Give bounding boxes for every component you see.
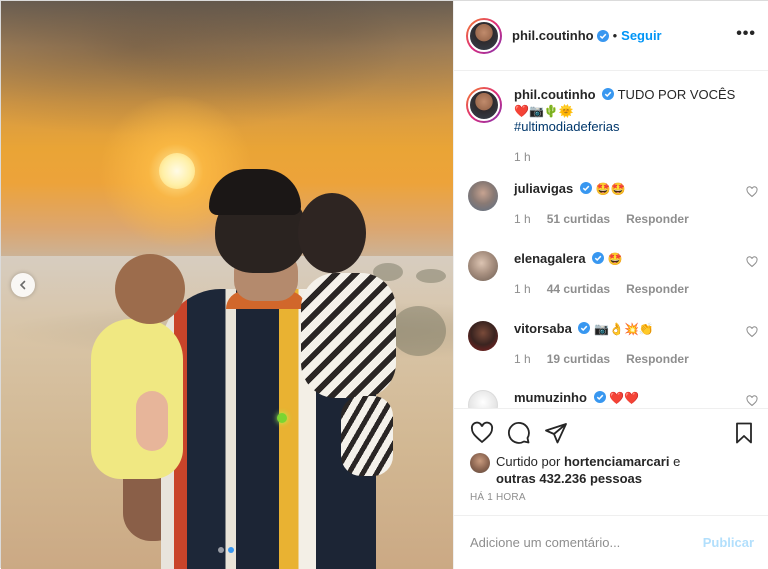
caption-username[interactable]: phil.coutinho — [514, 87, 596, 102]
reply-button[interactable]: Responder — [626, 352, 689, 366]
shrub — [391, 306, 446, 356]
verified-badge-icon — [579, 182, 592, 194]
baby-right-body — [301, 273, 396, 398]
commenter-avatar[interactable] — [468, 251, 498, 281]
comment: mumuzinho ❤️❤️ — [468, 390, 758, 408]
comment-meta: 1 h 51 curtidas Responder — [514, 212, 758, 226]
liked-by: Curtido por hortenciamarcari e outras 43… — [470, 453, 760, 487]
like-comment-heart-icon[interactable] — [746, 326, 758, 338]
avatar-image — [468, 19, 500, 52]
likes-count[interactable]: outras 432.236 pessoas — [496, 471, 642, 486]
reply-button[interactable]: Responder — [626, 282, 689, 296]
comment-text: 🤩🤩 — [595, 182, 626, 196]
bookmark-save-icon[interactable] — [732, 421, 756, 445]
comment-body: vitorsaba 📷👌💥👏 1 h 19 curtidas Responder — [514, 321, 758, 366]
liker-avatar[interactable] — [470, 453, 490, 473]
liked-by-text: Curtido por hortenciamarcari e outras 43… — [496, 453, 680, 487]
carousel-dot — [218, 547, 224, 553]
baby-right-head — [298, 193, 366, 273]
comment: elenagalera 🤩 1 h 44 curtidas Responder — [468, 251, 758, 296]
share-direct-icon[interactable] — [544, 421, 568, 445]
baby-right-legs — [341, 396, 393, 476]
reply-button[interactable]: Responder — [626, 212, 689, 226]
comment-text: 📷👌💥👏 — [594, 322, 654, 336]
avatar[interactable] — [466, 17, 502, 54]
avatar-image — [468, 89, 500, 121]
baby-left-leg — [136, 391, 168, 451]
caption-emojis: ❤️📷🌵🌞 — [514, 104, 574, 118]
separator: • — [612, 28, 618, 43]
comment: vitorsaba 📷👌💥👏 1 h 19 curtidas Responder — [468, 321, 758, 366]
like-comment-heart-icon[interactable] — [746, 186, 758, 198]
post-sidebar: phil.coutinho • Seguir ••• phil.coutinho… — [453, 1, 768, 569]
comment-meta: 1 h 44 curtidas Responder — [514, 282, 758, 296]
post-time-ago[interactable]: HÁ 1 HORA — [470, 492, 526, 503]
carousel-dot-active — [228, 547, 234, 553]
comment: juliavigas 🤩🤩 1 h 51 curtidas Responder — [468, 181, 758, 226]
caption-avatar[interactable] — [466, 87, 502, 123]
comment-bubble-icon[interactable] — [507, 421, 531, 445]
comment-username[interactable]: elenagalera — [514, 251, 586, 266]
publish-button[interactable]: Publicar — [703, 535, 754, 550]
follow-button[interactable]: Seguir — [621, 28, 661, 43]
post-photo[interactable] — [1, 1, 453, 569]
comment-body: mumuzinho ❤️❤️ — [514, 390, 758, 405]
shrub — [416, 269, 446, 283]
caption-body: phil.coutinho TUDO POR VOCÊS ❤️📷🌵🌞 #ulti… — [514, 87, 735, 165]
comment-username[interactable]: mumuzinho — [514, 390, 587, 405]
comment-time: 1 h — [514, 282, 531, 296]
comment-time: 1 h — [514, 212, 531, 226]
comment-text: 🤩 — [607, 252, 623, 266]
commenter-avatar[interactable] — [468, 321, 498, 351]
comment-username[interactable]: vitorsaba — [514, 321, 572, 336]
verified-badge-icon — [593, 391, 606, 403]
verified-badge-icon — [596, 29, 609, 42]
caption-hashtag[interactable]: #ultimodiadeferias — [514, 119, 620, 134]
liked-prefix: Curtido por — [496, 454, 561, 469]
more-options-icon[interactable]: ••• — [736, 25, 756, 43]
comment-likes[interactable]: 51 curtidas — [547, 212, 610, 226]
comment-time: 1 h — [514, 352, 531, 366]
post-header: phil.coutinho • Seguir ••• — [454, 1, 768, 71]
commenter-avatar[interactable] — [468, 181, 498, 211]
add-comment-section: Publicar — [454, 515, 768, 569]
comment-text: ❤️❤️ — [609, 391, 640, 405]
caption-text: TUDO POR VOCÊS — [617, 87, 736, 102]
green-light-dot — [277, 413, 287, 423]
sun — [159, 153, 195, 189]
like-comment-heart-icon[interactable] — [746, 256, 758, 268]
like-comment-heart-icon[interactable] — [746, 395, 758, 407]
carousel-prev-button[interactable] — [11, 273, 35, 297]
comment-input[interactable] — [470, 535, 703, 550]
verified-badge-icon — [592, 252, 605, 264]
like-heart-icon[interactable] — [470, 421, 494, 445]
liked-connector: e — [673, 454, 681, 469]
carousel-indicator — [218, 547, 234, 553]
action-bar — [454, 408, 768, 458]
caption-time: 1 h — [514, 150, 531, 164]
header-username[interactable]: phil.coutinho — [512, 28, 594, 43]
verified-badge-icon — [578, 322, 591, 334]
verified-badge-icon — [602, 88, 615, 100]
comment-body: elenagalera 🤩 1 h 44 curtidas Responder — [514, 251, 758, 296]
baby-left-head — [115, 254, 185, 324]
man-cap — [209, 169, 301, 215]
instagram-post-modal: phil.coutinho • Seguir ••• phil.coutinho… — [0, 0, 768, 569]
commenter-avatar[interactable] — [468, 390, 498, 408]
liker-username[interactable]: hortenciamarcari — [564, 454, 670, 469]
post-caption: phil.coutinho TUDO POR VOCÊS ❤️📷🌵🌞 #ulti… — [466, 87, 758, 165]
comment-username[interactable]: juliavigas — [514, 181, 573, 196]
comment-likes[interactable]: 44 curtidas — [547, 282, 610, 296]
comment-meta: 1 h 19 curtidas Responder — [514, 352, 758, 366]
comment-likes[interactable]: 19 curtidas — [547, 352, 610, 366]
comment-body: juliavigas 🤩🤩 1 h 51 curtidas Responder — [514, 181, 758, 226]
chevron-left-icon — [19, 280, 26, 290]
